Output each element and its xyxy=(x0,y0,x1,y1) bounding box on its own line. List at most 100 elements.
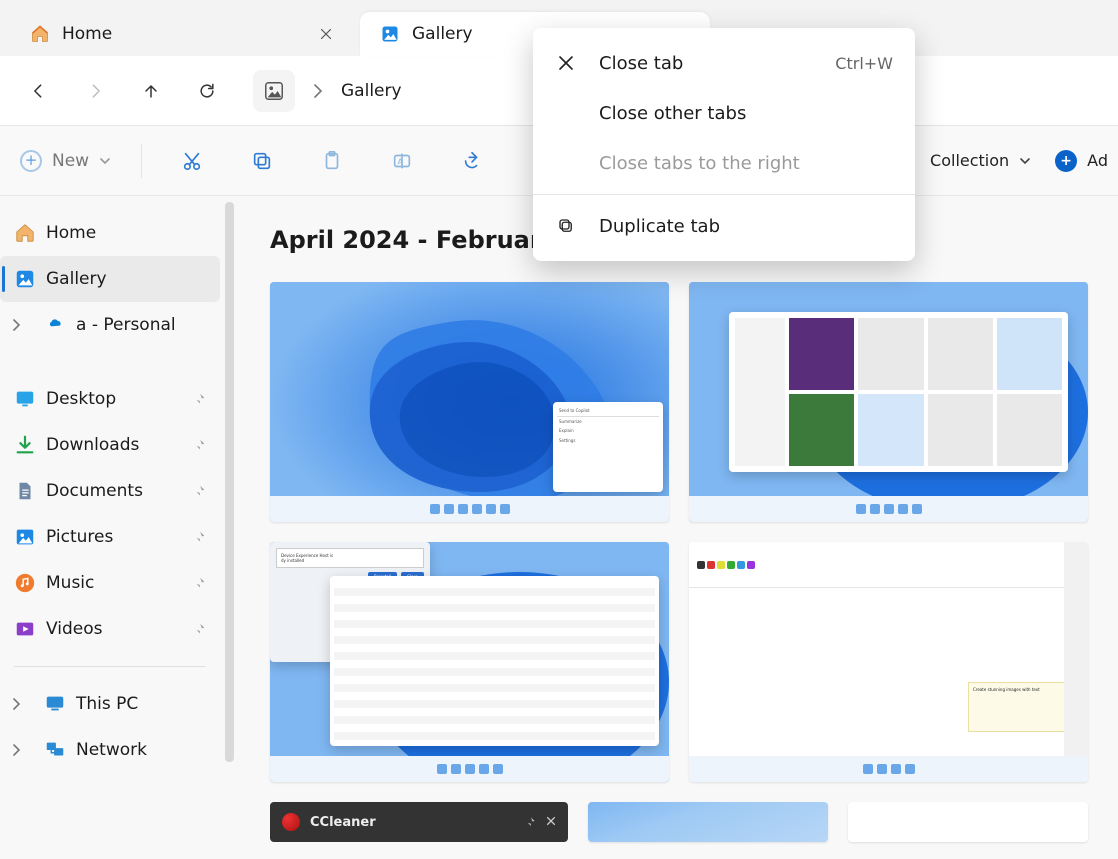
navigation-pane: Home Gallery a - Personal Desktop xyxy=(0,196,220,859)
gallery-icon xyxy=(14,268,36,290)
nav-label: Documents xyxy=(46,481,143,501)
gallery-thumbnail[interactable] xyxy=(689,282,1088,522)
nav-gallery[interactable]: Gallery xyxy=(0,256,220,302)
home-icon xyxy=(30,24,50,44)
nav-label: Home xyxy=(46,223,96,243)
up-button[interactable] xyxy=(126,66,176,116)
add-to-button[interactable]: + Ad xyxy=(1055,150,1108,172)
rename-button[interactable]: A xyxy=(382,141,422,181)
nav-onedrive[interactable]: a - Personal xyxy=(0,302,220,348)
nav-pictures[interactable]: Pictures xyxy=(0,514,220,560)
gallery-thumbnail[interactable]: Send to Copilot Summarize Explain Settin… xyxy=(270,282,669,522)
tab-context-menu: Close tab Ctrl+W Close other tabs Close … xyxy=(533,28,915,261)
nav-home[interactable]: Home xyxy=(0,210,220,256)
nav-label: Downloads xyxy=(46,435,139,455)
chevron-right-icon[interactable] xyxy=(12,698,22,710)
add-to-label: Ad xyxy=(1087,151,1108,170)
nav-label: This PC xyxy=(76,694,138,714)
pin-icon[interactable] xyxy=(192,392,206,406)
refresh-button[interactable] xyxy=(182,66,232,116)
nav-label: Network xyxy=(76,740,147,760)
ccleaner-label: CCleaner xyxy=(310,815,376,830)
nav-network[interactable]: Network xyxy=(0,727,220,773)
nav-label: Gallery xyxy=(46,269,107,289)
onedrive-icon xyxy=(44,314,66,336)
videos-icon xyxy=(14,618,36,640)
menu-close-other[interactable]: Close other tabs xyxy=(533,88,915,138)
svg-text:A: A xyxy=(398,156,404,166)
downloads-icon xyxy=(14,434,36,456)
cut-button[interactable] xyxy=(172,141,212,181)
taskbar xyxy=(689,496,1088,522)
forward-button[interactable] xyxy=(70,66,120,116)
pin-icon[interactable] xyxy=(192,576,206,590)
pictures-icon xyxy=(14,526,36,548)
nav-label: Desktop xyxy=(46,389,116,409)
menu-label: Close tabs to the right xyxy=(599,153,800,174)
window-controls xyxy=(524,816,556,828)
chevron-down-icon xyxy=(1019,155,1031,167)
menu-close-right: Close tabs to the right xyxy=(533,138,915,188)
nav-desktop[interactable]: Desktop xyxy=(0,376,220,422)
nav-music[interactable]: Music xyxy=(0,560,220,606)
paste-button[interactable] xyxy=(312,141,352,181)
chevron-right-icon[interactable] xyxy=(12,319,22,331)
nav-label: Videos xyxy=(46,619,103,639)
collection-dropdown[interactable]: Collection xyxy=(930,151,1031,170)
tab-label: Home xyxy=(62,24,300,44)
taskbar xyxy=(270,756,669,782)
body: Home Gallery a - Personal Desktop xyxy=(0,196,1118,859)
plus-icon: + xyxy=(20,150,42,172)
nav-documents[interactable]: Documents xyxy=(0,468,220,514)
gallery-thumbnail[interactable] xyxy=(588,802,828,842)
tab-home[interactable]: Home xyxy=(10,12,360,56)
gallery-thumbnail[interactable]: Create stunning images with text xyxy=(689,542,1088,782)
collection-label: Collection xyxy=(930,151,1009,170)
pin-icon[interactable] xyxy=(192,484,206,498)
music-icon xyxy=(14,572,36,594)
breadcrumb-current[interactable]: Gallery xyxy=(341,81,402,101)
nav-label: Pictures xyxy=(46,527,113,547)
pin-icon[interactable] xyxy=(192,530,206,544)
copy-button[interactable] xyxy=(242,141,282,181)
gallery-icon xyxy=(253,70,295,112)
nav-videos[interactable]: Videos xyxy=(0,606,220,652)
separator xyxy=(141,144,142,178)
home-icon xyxy=(14,222,36,244)
duplicate-icon xyxy=(555,217,577,235)
gallery-thumbnail[interactable]: CCleaner xyxy=(270,802,568,842)
nav-downloads[interactable]: Downloads xyxy=(0,422,220,468)
desktop-icon xyxy=(14,388,36,410)
close-icon[interactable] xyxy=(312,20,340,48)
menu-shortcut: Ctrl+W xyxy=(835,54,893,73)
this-pc-icon xyxy=(44,693,66,715)
pin-icon[interactable] xyxy=(192,622,206,636)
network-icon xyxy=(44,739,66,761)
menu-label: Duplicate tab xyxy=(599,216,720,237)
documents-icon xyxy=(14,480,36,502)
menu-label: Close other tabs xyxy=(599,103,746,124)
ccleaner-icon xyxy=(282,813,300,831)
menu-label: Close tab xyxy=(599,53,683,74)
chevron-right-icon[interactable] xyxy=(12,744,22,756)
back-button[interactable] xyxy=(14,66,64,116)
close-icon xyxy=(555,55,577,71)
menu-close-tab[interactable]: Close tab Ctrl+W xyxy=(533,38,915,88)
nav-label: Music xyxy=(46,573,94,593)
breadcrumb[interactable]: Gallery xyxy=(238,69,417,113)
gallery-thumbnail[interactable] xyxy=(848,802,1088,842)
content-area: April 2024 - February 2024 xyxy=(220,196,1118,859)
pin-icon[interactable] xyxy=(192,438,206,452)
chevron-right-icon[interactable] xyxy=(313,84,323,98)
separator xyxy=(533,194,915,195)
new-button[interactable]: + New xyxy=(20,150,111,172)
gallery-thumbnail[interactable]: Device Experience Host isdy installed Re… xyxy=(270,542,669,782)
nav-label: a - Personal xyxy=(76,315,176,335)
menu-duplicate-tab[interactable]: Duplicate tab xyxy=(533,201,915,251)
add-icon: + xyxy=(1055,150,1077,172)
taskbar xyxy=(270,496,669,522)
nav-this-pc[interactable]: This PC xyxy=(0,681,220,727)
separator xyxy=(14,666,206,667)
chevron-down-icon xyxy=(99,155,111,167)
share-button[interactable] xyxy=(452,141,492,181)
